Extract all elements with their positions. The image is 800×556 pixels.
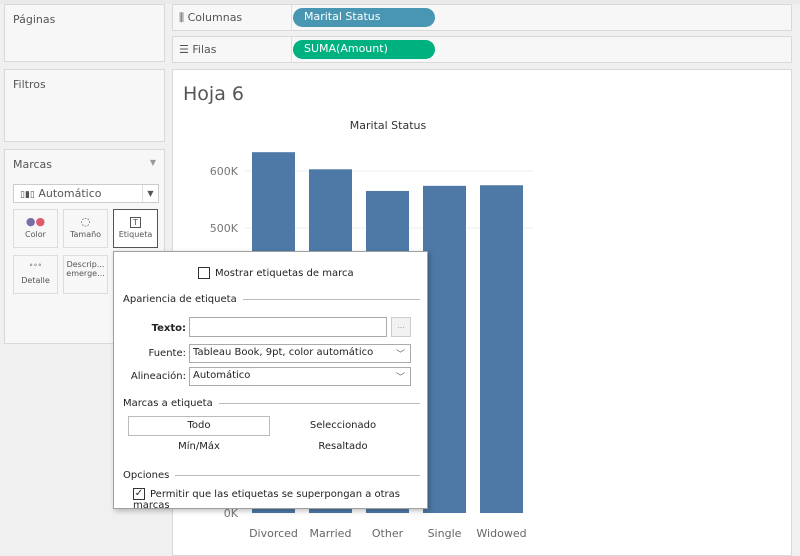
mark-type-select[interactable]: ▯▮▯ Automático ▼ bbox=[13, 184, 159, 203]
label-dialog: Mostrar etiquetas de marca Apariencia de… bbox=[113, 251, 428, 511]
x-tick-label: Widowed bbox=[476, 527, 526, 540]
columns-shelf[interactable]: ⫼ Columnas Marital Status bbox=[172, 4, 792, 31]
rows-icon: ☰ bbox=[179, 43, 189, 56]
alignment-label: Alineación: bbox=[130, 371, 186, 382]
color-label: Color bbox=[25, 230, 46, 239]
detail-label: Detalle bbox=[21, 276, 50, 285]
font-label: Fuente: bbox=[148, 348, 186, 359]
option-highlighted[interactable]: Resaltado bbox=[272, 441, 414, 452]
chart-title: Marital Status bbox=[350, 119, 427, 132]
rows-label: ☰ Filas bbox=[179, 43, 217, 56]
bar-single bbox=[423, 185, 466, 513]
appearance-section: Apariencia de etiqueta bbox=[123, 294, 420, 305]
bar-chart-icon: ▯▮▯ bbox=[20, 190, 35, 200]
marks-to-label-section: Marcas a etiqueta bbox=[123, 398, 420, 409]
option-minmax[interactable]: Mín/Máx bbox=[128, 441, 270, 452]
detail-icon: ∘∘∘ bbox=[28, 261, 43, 269]
columns-label: ⫼ Columnas bbox=[179, 11, 243, 24]
color-dots-icon: ●● bbox=[25, 215, 46, 228]
pages-shelf[interactable]: Páginas bbox=[4, 4, 165, 62]
pages-title: Páginas bbox=[13, 13, 56, 26]
allow-overlap-checkbox[interactable]: ✓ Permitir que las etiquetas se superpong… bbox=[133, 488, 427, 511]
x-tick-label: Divorced bbox=[249, 527, 298, 540]
label-label: Etiqueta bbox=[118, 230, 153, 239]
checkmark-icon: ✓ bbox=[133, 488, 145, 500]
chevron-down-icon: ﹀ bbox=[395, 350, 405, 360]
allow-overlap-text: Permitir que las etiquetas se superponga… bbox=[133, 489, 400, 511]
show-labels-text: Mostrar etiquetas de marca bbox=[215, 268, 354, 279]
tooltip-label: Descrip... emerge... bbox=[66, 260, 105, 278]
chevron-down-icon: ▼ bbox=[142, 185, 158, 202]
options-section: Opciones bbox=[123, 470, 420, 481]
filters-title: Filtros bbox=[13, 78, 46, 91]
text-label-icon: T bbox=[114, 215, 157, 230]
marital-status-pill[interactable]: Marital Status bbox=[293, 8, 435, 27]
x-tick-label: Married bbox=[310, 527, 352, 540]
bar-widowed bbox=[480, 185, 523, 513]
tooltip-button[interactable]: Descrip... emerge... bbox=[63, 255, 108, 294]
text-input[interactable] bbox=[189, 317, 387, 337]
detail-button[interactable]: ∘∘∘ Detalle bbox=[13, 255, 58, 294]
color-button[interactable]: ●● Color bbox=[13, 209, 58, 248]
size-label: Tamaño bbox=[69, 230, 102, 239]
rows-shelf[interactable]: ☰ Filas SUMA(Amount) bbox=[172, 36, 792, 63]
font-select[interactable]: Tableau Book, 9pt, color automático ﹀ bbox=[189, 344, 411, 363]
mark-type-value: Automático bbox=[38, 187, 102, 200]
alignment-select[interactable]: Automático ﹀ bbox=[189, 367, 411, 386]
x-tick-label: Other bbox=[372, 527, 404, 540]
option-all[interactable]: Todo bbox=[128, 416, 270, 436]
show-labels-checkbox[interactable]: Mostrar etiquetas de marca bbox=[198, 267, 354, 279]
sum-amount-pill[interactable]: SUMA(Amount) bbox=[293, 40, 435, 59]
y-tick-label: 500K bbox=[210, 222, 239, 235]
y-tick-label: 600K bbox=[210, 165, 239, 178]
marks-title: Marcas bbox=[13, 158, 53, 171]
text-label: Texto: bbox=[151, 323, 186, 334]
option-selected[interactable]: Seleccionado bbox=[272, 420, 414, 431]
checkbox-icon bbox=[198, 267, 210, 279]
size-icon: ◌ bbox=[80, 215, 91, 228]
text-edit-button[interactable]: ... bbox=[391, 317, 411, 337]
label-button[interactable]: T Etiqueta bbox=[113, 209, 158, 248]
filters-shelf[interactable]: Filtros bbox=[4, 69, 165, 142]
chevron-down-icon: ﹀ bbox=[395, 373, 405, 383]
columns-icon: ⫼ bbox=[179, 11, 185, 24]
size-button[interactable]: ◌ Tamaño bbox=[63, 209, 108, 248]
x-tick-label: Single bbox=[428, 527, 462, 540]
marks-menu-icon[interactable]: ▼ bbox=[150, 158, 156, 167]
